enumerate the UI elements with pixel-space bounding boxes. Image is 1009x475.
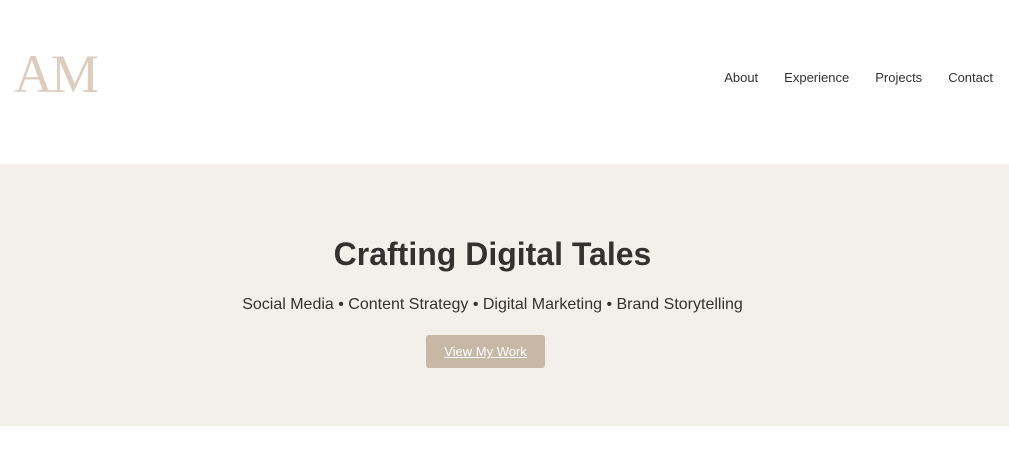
hero-section: Crafting Digital Tales Social Media • Co… <box>0 164 1009 426</box>
view-my-work-button[interactable]: View My Work <box>426 335 545 368</box>
main-nav: About Experience Projects Contact <box>698 70 993 86</box>
nav-link-contact[interactable]: Contact <box>948 70 993 86</box>
nav-link-projects[interactable]: Projects <box>875 70 922 86</box>
nav-link-experience[interactable]: Experience <box>784 70 849 86</box>
site-header: AM About Experience Projects Contact <box>0 0 1009 164</box>
logo[interactable]: AM <box>14 46 99 102</box>
hero-subtitle: Social Media • Content Strategy • Digita… <box>242 296 743 313</box>
hero-title: Crafting Digital Tales <box>333 236 652 272</box>
nav-link-about[interactable]: About <box>724 70 758 86</box>
